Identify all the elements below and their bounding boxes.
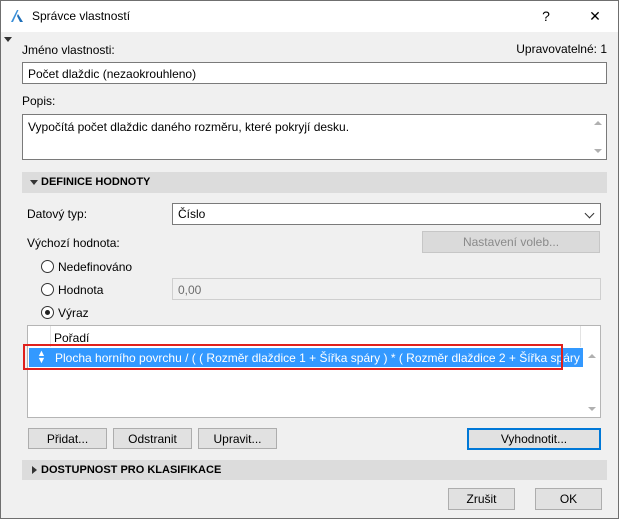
remove-button[interactable]: Odstranit: [113, 428, 192, 449]
collapsed-triangle-icon: [32, 466, 37, 474]
property-name-input[interactable]: Počet dlaždic (nezaokrouhleno): [22, 62, 607, 84]
radio-expression[interactable]: [41, 306, 54, 319]
value-input[interactable]: 0,00: [172, 278, 601, 300]
collapse-arrow-icon[interactable]: [4, 37, 12, 42]
window-title: Správce vlastností: [32, 9, 131, 23]
chevron-down-icon: [584, 208, 595, 219]
add-button[interactable]: Přidat...: [28, 428, 107, 449]
datatype-label: Datový typ:: [27, 207, 88, 221]
options-settings-button[interactable]: Nastavení voleb...: [422, 231, 600, 253]
scroll-down-icon[interactable]: [594, 149, 602, 153]
help-button[interactable]: ?: [531, 4, 561, 28]
availability-section-header[interactable]: DOSTUPNOST PRO KLASIFIKACE: [22, 460, 607, 480]
value-definition-section-header[interactable]: DEFINICE HODNOTY: [22, 172, 607, 193]
evaluate-button[interactable]: Vyhodnotit...: [467, 428, 601, 450]
scroll-up-icon[interactable]: [588, 354, 596, 358]
close-button[interactable]: ✕: [577, 4, 613, 28]
radio-expression-label: Výraz: [58, 306, 89, 320]
property-name-label: Jméno vlastnosti:: [22, 43, 115, 57]
description-textarea[interactable]: Vypočítá počet dlaždic daného rozměru, k…: [22, 114, 607, 160]
datatype-select[interactable]: Číslo: [172, 203, 601, 225]
description-label: Popis:: [22, 94, 56, 108]
radio-value-label: Hodnota: [58, 283, 104, 297]
title-bar: Správce vlastností ? ✕: [1, 1, 618, 32]
section-title: DOSTUPNOST PRO KLASIFIKACE: [41, 464, 222, 476]
radio-value[interactable]: [41, 283, 54, 296]
order-column-header[interactable]: Pořadí: [54, 331, 89, 345]
datatype-value: Číslo: [178, 207, 206, 221]
description-scrollbar[interactable]: [589, 115, 606, 159]
expression-list[interactable]: Pořadí ▲ ▼ Plocha horního povrchu / ( ( R…: [27, 325, 601, 418]
radio-undefined-label: Nedefinováno: [58, 260, 133, 274]
cancel-button[interactable]: Zrušit: [448, 488, 515, 510]
property-manager-dialog: Správce vlastností ? ✕ Jméno vlastnosti:…: [0, 0, 619, 519]
edit-button[interactable]: Upravit...: [198, 428, 277, 449]
default-value-label: Výchozí hodnota:: [27, 236, 120, 250]
editable-count-label: Upravovatelné: 1: [516, 42, 607, 56]
description-text: Vypočítá počet dlaždic daného rozměru, k…: [28, 120, 350, 134]
scroll-down-icon[interactable]: [588, 407, 596, 411]
expand-triangle-icon: [30, 180, 38, 185]
list-scrollbar[interactable]: [583, 348, 600, 417]
section-title: DEFINICE HODNOTY: [41, 176, 151, 188]
scroll-up-icon[interactable]: [594, 121, 602, 125]
column-divider: [580, 326, 581, 347]
highlight-annotation: [23, 344, 563, 370]
ok-button[interactable]: OK: [535, 488, 602, 510]
radio-undefined[interactable]: [41, 260, 54, 273]
archicad-app-icon: [11, 10, 23, 22]
